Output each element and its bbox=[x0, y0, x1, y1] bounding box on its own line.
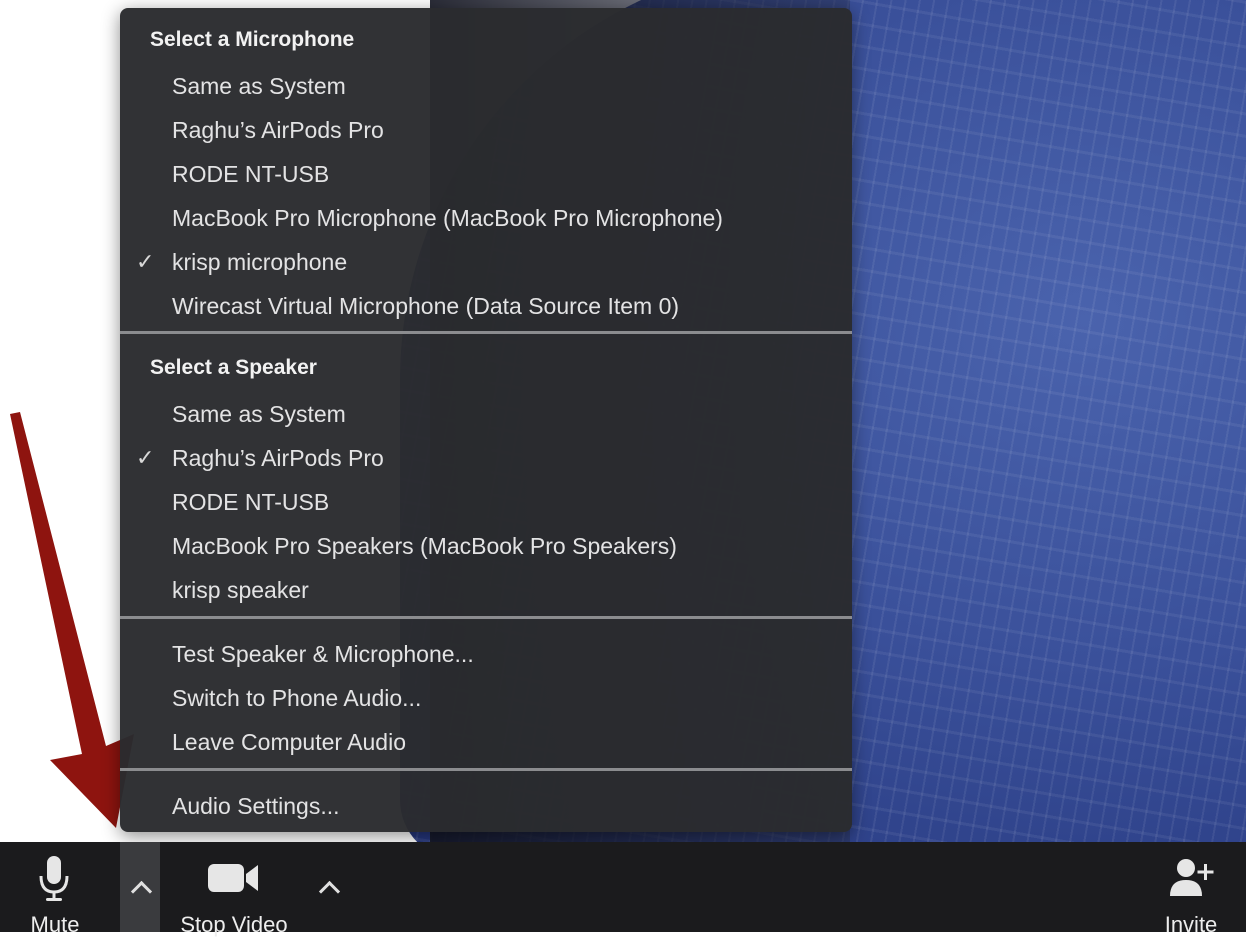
menu-divider bbox=[120, 768, 852, 771]
test-speaker-microphone-item[interactable]: Test Speaker & Microphone... bbox=[120, 632, 852, 676]
chevron-up-icon bbox=[318, 880, 341, 903]
meeting-toolbar: Mute Stop Video Invite bbox=[0, 842, 1246, 937]
mic-option-label: Wirecast Virtual Microphone (Data Source… bbox=[172, 293, 680, 319]
mic-option[interactable]: Raghu’s AirPods Pro bbox=[120, 108, 852, 152]
action-label: Switch to Phone Audio... bbox=[172, 685, 422, 711]
mute-button[interactable]: Mute bbox=[0, 842, 110, 937]
speaker-option[interactable]: Same as System bbox=[120, 392, 852, 436]
mic-option-label: krisp microphone bbox=[172, 249, 348, 275]
add-person-icon bbox=[1170, 859, 1214, 896]
video-camera-icon bbox=[208, 864, 258, 892]
microphone-icon bbox=[39, 856, 69, 901]
invite-label: Invite bbox=[1164, 912, 1218, 937]
speaker-option-label: MacBook Pro Speakers (MacBook Pro Speake… bbox=[172, 533, 677, 559]
speaker-option-label: Same as System bbox=[172, 401, 346, 427]
leave-computer-audio-item[interactable]: Leave Computer Audio bbox=[120, 720, 852, 764]
check-icon: ✓ bbox=[136, 445, 155, 470]
speaker-option-label: Raghu’s AirPods Pro bbox=[172, 445, 384, 471]
mic-option[interactable]: Wirecast Virtual Microphone (Data Source… bbox=[120, 284, 852, 328]
audio-options-toggle[interactable] bbox=[120, 842, 160, 932]
invite-button[interactable]: Invite bbox=[1136, 842, 1246, 937]
mic-option[interactable]: ✓ krisp microphone bbox=[120, 240, 852, 284]
mic-option-label: MacBook Pro Microphone (MacBook Pro Micr… bbox=[172, 205, 723, 231]
check-icon: ✓ bbox=[136, 249, 155, 274]
audio-settings-item[interactable]: Audio Settings... bbox=[120, 784, 852, 828]
microphone-section-title: Select a Microphone bbox=[150, 28, 355, 51]
switch-phone-audio-item[interactable]: Switch to Phone Audio... bbox=[120, 676, 852, 720]
speaker-option-label: krisp speaker bbox=[172, 577, 309, 603]
stop-video-label: Stop Video bbox=[180, 912, 288, 937]
stop-video-button[interactable]: Stop Video bbox=[168, 842, 300, 937]
mute-label: Mute bbox=[30, 912, 80, 937]
audio-settings-label: Audio Settings... bbox=[172, 793, 340, 819]
mic-option[interactable]: RODE NT-USB bbox=[120, 152, 852, 196]
action-label: Test Speaker & Microphone... bbox=[172, 641, 474, 667]
speaker-section-title: Select a Speaker bbox=[150, 356, 317, 379]
mic-option-label: Raghu’s AirPods Pro bbox=[172, 117, 384, 143]
mic-option-label: RODE NT-USB bbox=[172, 161, 330, 187]
audio-menu: Select a Microphone Same as System Raghu… bbox=[120, 8, 852, 832]
speaker-option[interactable]: RODE NT-USB bbox=[120, 480, 852, 524]
menu-divider bbox=[120, 616, 852, 619]
speaker-option[interactable]: ✓ Raghu’s AirPods Pro bbox=[120, 436, 852, 480]
mic-option[interactable]: MacBook Pro Microphone (MacBook Pro Micr… bbox=[120, 196, 852, 240]
chevron-up-icon bbox=[130, 880, 153, 903]
action-label: Leave Computer Audio bbox=[172, 729, 406, 755]
speaker-option[interactable]: MacBook Pro Speakers (MacBook Pro Speake… bbox=[120, 524, 852, 568]
menu-divider bbox=[120, 331, 852, 334]
speaker-option-label: RODE NT-USB bbox=[172, 489, 330, 515]
video-options-toggle[interactable] bbox=[308, 842, 348, 932]
mic-option-label: Same as System bbox=[172, 73, 346, 99]
speaker-option[interactable]: krisp speaker bbox=[120, 568, 852, 612]
mic-option[interactable]: Same as System bbox=[120, 64, 852, 108]
